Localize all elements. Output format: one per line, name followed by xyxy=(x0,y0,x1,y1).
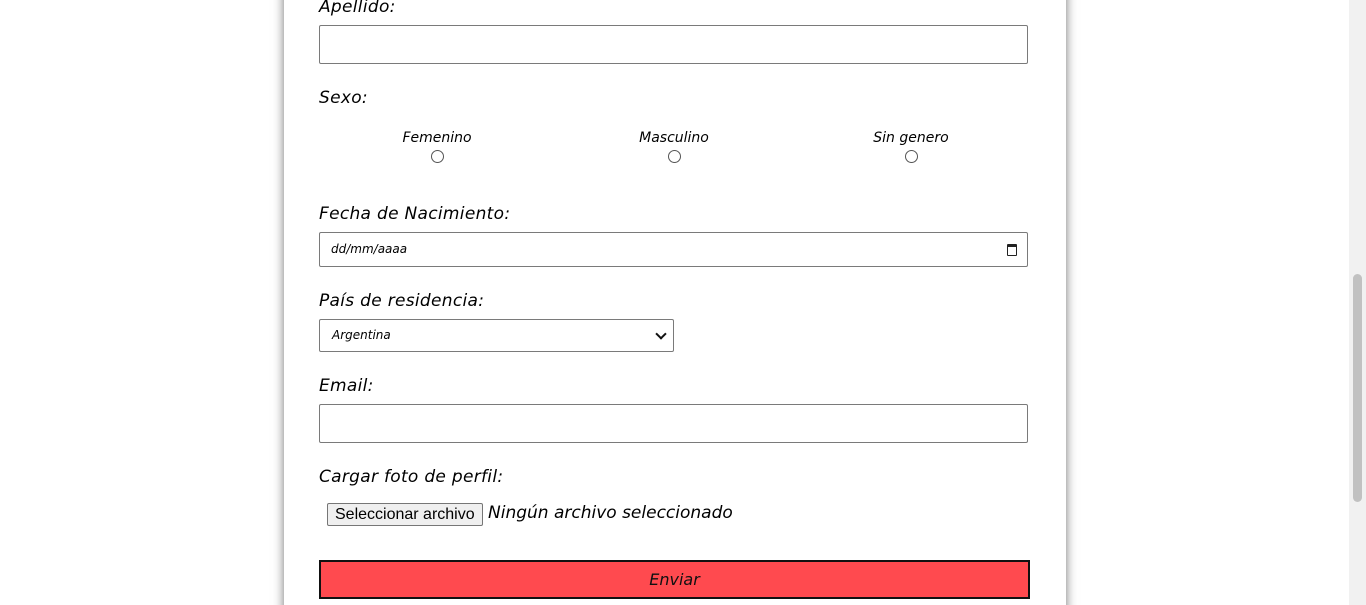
file-select-button[interactable]: Seleccionar archivo xyxy=(327,503,483,526)
pais-select[interactable]: Argentina xyxy=(319,319,674,352)
submit-button[interactable]: Enviar xyxy=(319,560,1030,599)
page-scrollbar[interactable] xyxy=(1349,0,1366,605)
radio-label-femenino: Femenino xyxy=(402,130,472,146)
apellido-label: Apellido: xyxy=(319,0,396,17)
radio-label-sin-genero: Sin genero xyxy=(873,130,949,146)
pais-selected-value: Argentina xyxy=(332,328,391,342)
foto-label: Cargar foto de perfil: xyxy=(319,467,504,487)
radio-option-sin-genero: Sin genero xyxy=(841,130,981,167)
radio-femenino[interactable] xyxy=(430,150,444,163)
fecha-label: Fecha de Nacimiento: xyxy=(319,204,511,224)
email-input[interactable] xyxy=(319,404,1028,443)
fecha-placeholder: dd/mm/aaaa xyxy=(331,242,408,256)
radio-label-masculino: Masculino xyxy=(639,130,709,146)
radio-sin-genero[interactable] xyxy=(904,150,918,163)
radio-masculino[interactable] xyxy=(667,150,681,163)
email-label: Email: xyxy=(319,376,374,396)
chevron-down-icon xyxy=(655,328,667,340)
radio-option-femenino: Femenino xyxy=(367,130,507,167)
fecha-input[interactable]: dd/mm/aaaa xyxy=(319,232,1028,267)
file-status-text: Ningún archivo seleccionado xyxy=(488,503,733,523)
calendar-icon[interactable] xyxy=(1007,244,1017,256)
sexo-label: Sexo: xyxy=(319,88,368,108)
radio-option-masculino: Masculino xyxy=(604,130,744,167)
apellido-input[interactable] xyxy=(319,25,1028,64)
scrollbar-thumb[interactable] xyxy=(1353,274,1362,502)
pais-label: País de residencia: xyxy=(319,291,485,311)
page: Apellido: Sexo: Femenino Masculino Sin g… xyxy=(0,0,1366,605)
